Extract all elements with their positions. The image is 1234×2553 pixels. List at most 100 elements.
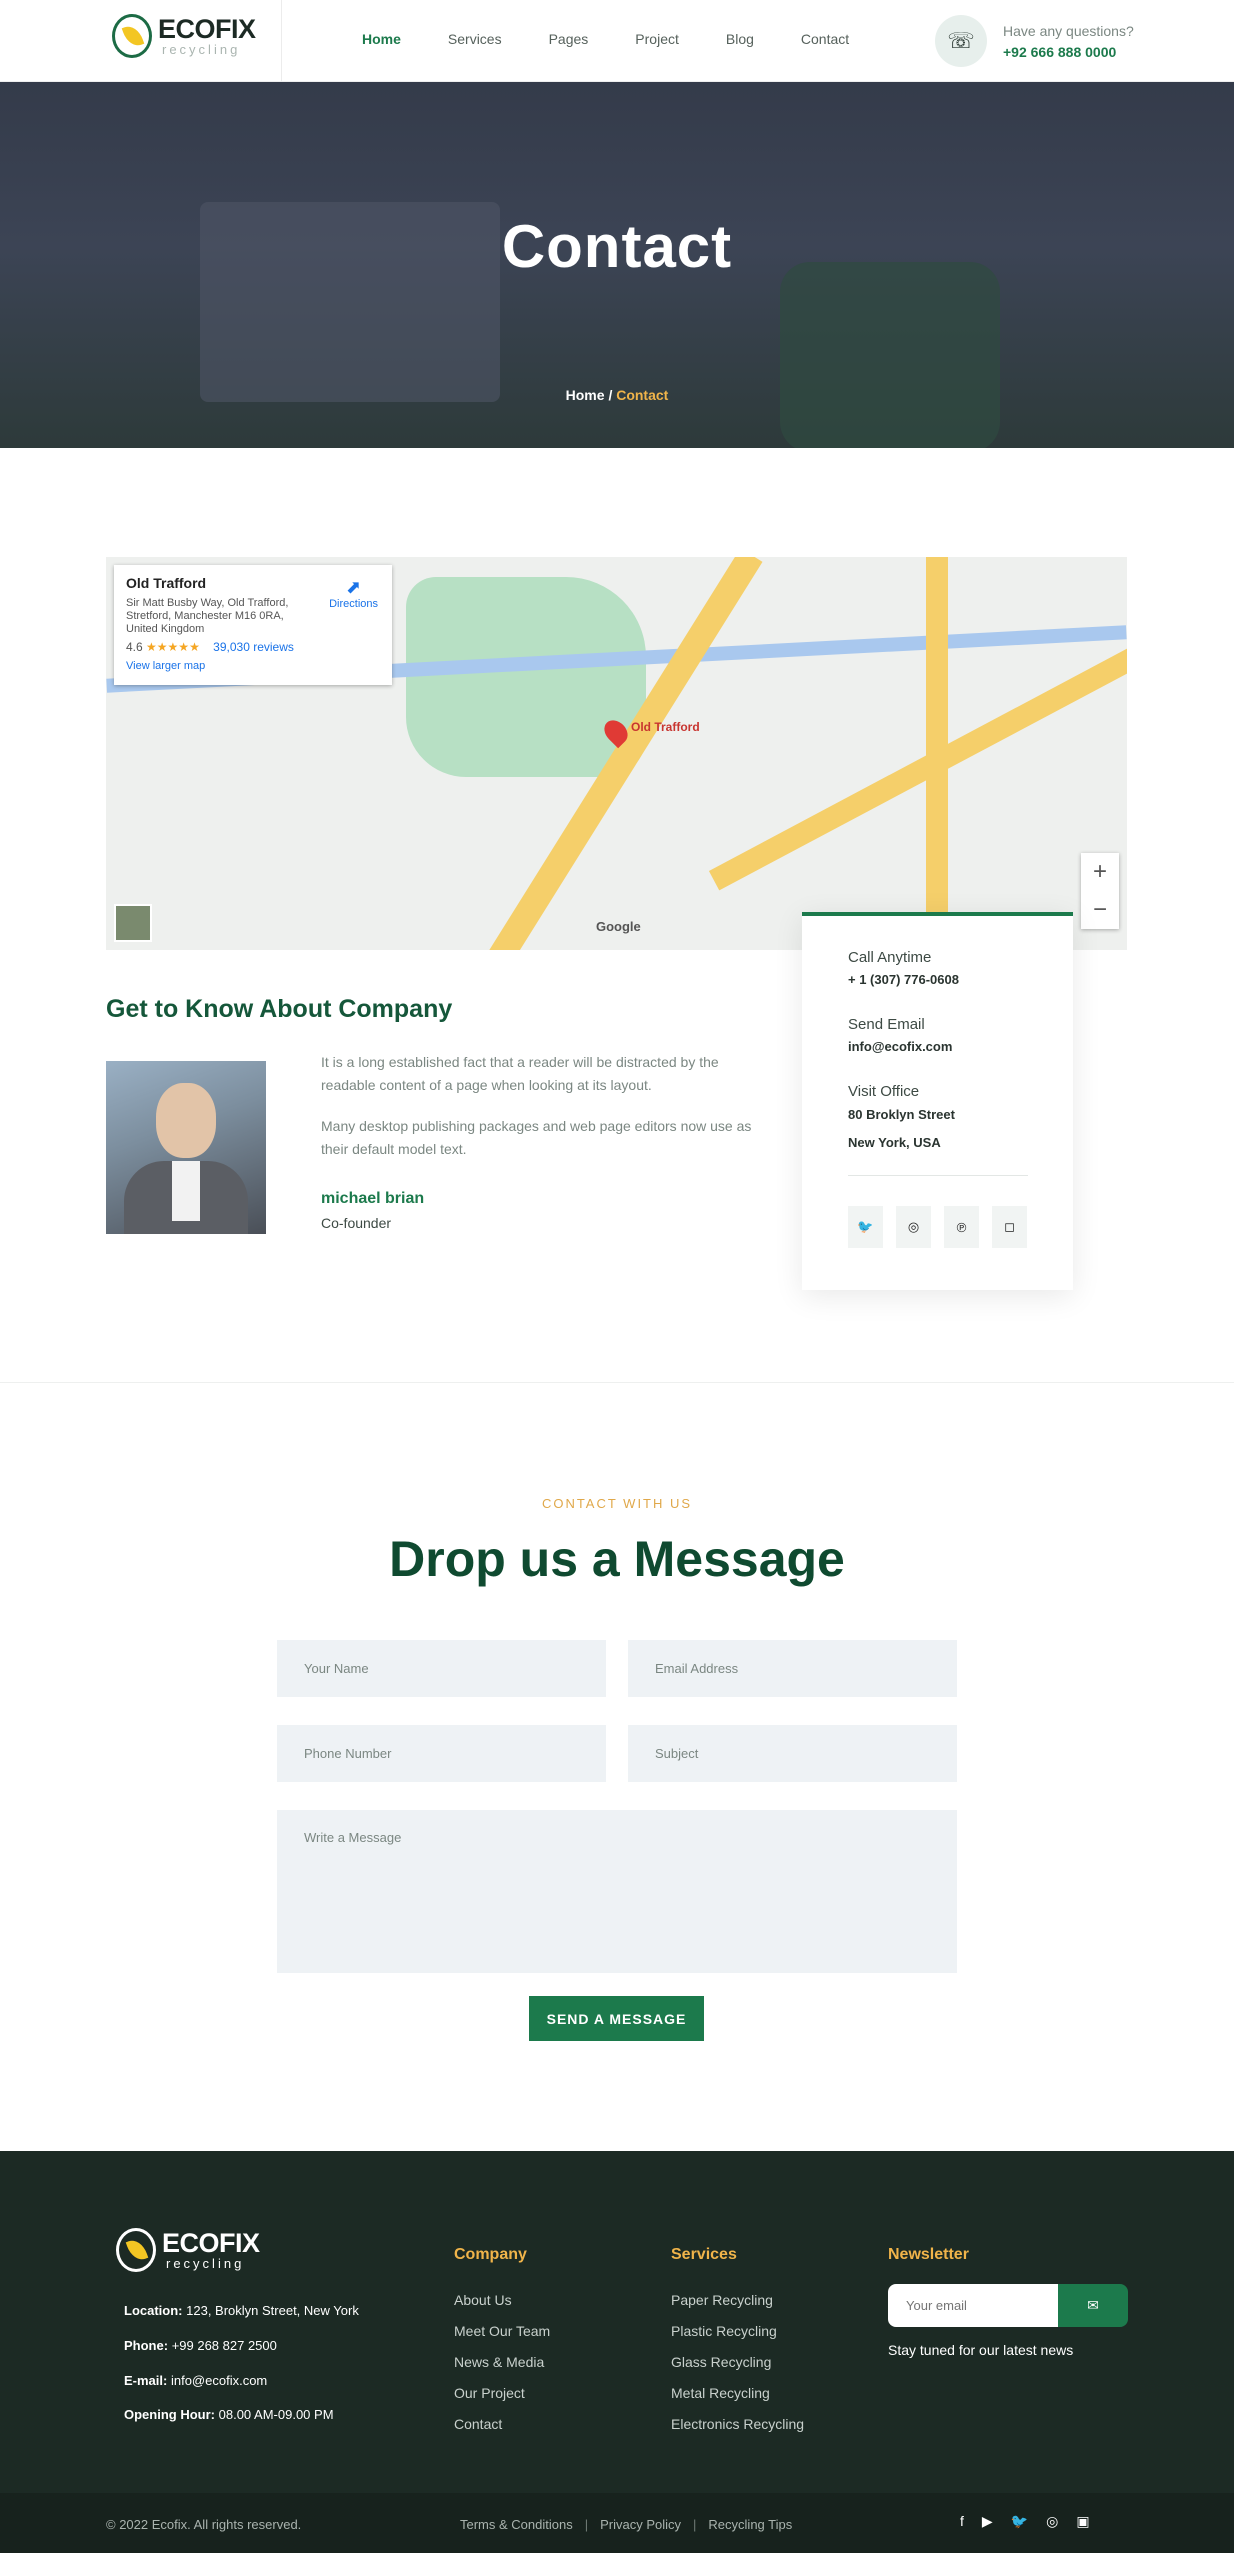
office-label: Visit Office — [848, 1083, 920, 1100]
footer-services-heading: Services — [671, 2246, 737, 2263]
newsletter-submit-button[interactable]: ✉ — [1058, 2284, 1128, 2327]
footer-link[interactable]: Contact — [454, 2416, 550, 2447]
facebook-icon[interactable]: f — [960, 2513, 964, 2530]
page-title: Contact — [501, 213, 733, 280]
page-hero: Contact Home / Contact — [0, 82, 1234, 448]
twitter-icon[interactable]: 🐦 — [848, 1206, 883, 1248]
footer-link[interactable]: Metal Recycling — [671, 2385, 804, 2416]
footer-link[interactable]: Meet Our Team — [454, 2323, 550, 2354]
page: ECOFIX recycling Home Services Pages Pro… — [0, 0, 1234, 2553]
footer-services-links: Paper Recycling Plastic Recycling Glass … — [671, 2292, 804, 2447]
footer-logo[interactable]: ECOFIX recycling — [116, 2228, 260, 2272]
site-header: ECOFIX recycling Home Services Pages Pro… — [0, 0, 1234, 82]
footer-link[interactable]: Electronics Recycling — [671, 2416, 804, 2447]
contact-info-card: Call Anytime + 1 (307) 776-0608 Send Ema… — [802, 912, 1073, 1290]
name-input[interactable] — [277, 1640, 606, 1697]
legal-links: Terms & Conditions | Privacy Policy | Re… — [460, 2517, 792, 2532]
footer-hours: Opening Hour: 08.00 AM-09.00 PM — [124, 2407, 334, 2422]
section-divider — [0, 1382, 1234, 1383]
footer-location: Location: 123, Broklyn Street, New York — [124, 2303, 359, 2318]
envelope-icon: ✉ — [1087, 2297, 1099, 2313]
footer-link[interactable]: Paper Recycling — [671, 2292, 804, 2323]
map-park-area — [406, 577, 646, 777]
pinterest-icon[interactable]: ℗ — [944, 1206, 979, 1248]
footer-email: E-mail: info@ecofix.com — [124, 2373, 268, 2388]
directions-button[interactable]: ⬈ Directions — [329, 577, 378, 610]
recycling-tips-link[interactable]: Recycling Tips — [708, 2517, 792, 2532]
office-line1: 80 Broklyn Street — [848, 1107, 955, 1122]
map-road — [708, 645, 1127, 891]
footer-logo-tagline: recycling — [166, 2256, 245, 2271]
zoom-out-button[interactable]: − — [1081, 891, 1119, 929]
footer-link[interactable]: News & Media — [454, 2354, 550, 2385]
map-satellite-toggle[interactable] — [114, 904, 152, 942]
header-question: Have any questions? — [1003, 22, 1134, 39]
instagram-icon[interactable]: ◎ — [1046, 2513, 1058, 2530]
view-larger-map-link[interactable]: View larger map — [126, 660, 380, 672]
zoom-in-button[interactable]: + — [1081, 853, 1119, 891]
phone-icon: ☏ — [935, 15, 987, 67]
google-logo: Google — [596, 919, 641, 934]
footer-logo-name: ECOFIX — [162, 2228, 260, 2258]
call-value[interactable]: + 1 (307) 776-0608 — [848, 972, 959, 987]
send-message-button[interactable]: SEND A MESSAGE — [529, 1996, 704, 2041]
email-input[interactable] — [628, 1640, 957, 1697]
nav-blog[interactable]: Blog — [726, 31, 754, 47]
footer-link[interactable]: Our Project — [454, 2385, 550, 2416]
privacy-link[interactable]: Privacy Policy — [600, 2517, 681, 2532]
founder-role: Co-founder — [321, 1215, 392, 1231]
breadcrumb-current: Contact — [616, 387, 669, 403]
nav-project[interactable]: Project — [635, 31, 679, 47]
site-footer: ECOFIX recycling Location: 123, Broklyn … — [0, 2151, 1234, 2493]
call-label: Call Anytime — [848, 949, 932, 966]
breadcrumb-separator: / — [608, 387, 613, 403]
map-reviews-link[interactable]: 39,030 reviews — [213, 640, 294, 654]
message-textarea[interactable] — [277, 1810, 957, 1973]
logo-name: ECOFIX — [158, 14, 256, 44]
directions-label: Directions — [329, 598, 378, 610]
footer-link[interactable]: Plastic Recycling — [671, 2323, 804, 2354]
map-zoom-control: + − — [1081, 853, 1119, 929]
map-rating-value: 4.6 — [126, 640, 143, 654]
footer-bottom-bar: © 2022 Ecofix. All rights reserved. Term… — [0, 2493, 1234, 2553]
terms-link[interactable]: Terms & Conditions — [460, 2517, 573, 2532]
social-links: 🐦 ◎ ℗ ◻ — [848, 1206, 1027, 1248]
nav-home[interactable]: Home — [362, 31, 401, 47]
email-value[interactable]: info@ecofix.com — [848, 1039, 952, 1054]
email-label: Send Email — [848, 1016, 925, 1033]
google-map[interactable]: Old Trafford Old Trafford Sir Matt Busby… — [106, 557, 1127, 950]
bottom-social-links: f ▶ 🐦 ◎ ▣ — [960, 2513, 1090, 2530]
main-nav: Home Services Pages Project Blog Contact — [362, 31, 896, 47]
breadcrumb: Home / Contact — [0, 387, 1234, 403]
directions-icon: ⬈ — [346, 577, 362, 597]
linkedin-icon[interactable]: ▣ — [1076, 2513, 1089, 2530]
footer-link[interactable]: About Us — [454, 2292, 550, 2323]
legal-separator: | — [693, 2517, 697, 2532]
phone-input[interactable] — [277, 1725, 606, 1782]
star-icon: ★★★★★ — [146, 640, 200, 654]
footer-link[interactable]: Glass Recycling — [671, 2354, 804, 2385]
leaf-logo-icon — [116, 2228, 156, 2272]
nav-contact[interactable]: Contact — [801, 31, 849, 47]
legal-separator: | — [584, 2517, 589, 2532]
about-heading: Get to Know About Company — [106, 995, 453, 1023]
card-divider — [848, 1175, 1028, 1176]
header-contact: ☏ Have any questions? +92 666 888 0000 — [935, 15, 1134, 67]
footer-phone: Phone: +99 268 827 2500 — [124, 2338, 277, 2353]
newsletter-email-input[interactable] — [888, 2284, 1058, 2327]
subject-input[interactable] — [628, 1725, 957, 1782]
nav-services[interactable]: Services — [448, 31, 502, 47]
youtube-icon[interactable]: ▶ — [982, 2513, 993, 2530]
twitter-icon[interactable]: 🐦 — [1011, 2513, 1028, 2530]
breadcrumb-home[interactable]: Home — [566, 387, 605, 403]
nav-pages[interactable]: Pages — [549, 31, 589, 47]
dribbble-icon[interactable]: ◎ — [896, 1206, 931, 1248]
header-phone[interactable]: +92 666 888 0000 — [1003, 44, 1134, 60]
instagram-icon[interactable]: ◻ — [992, 1206, 1027, 1248]
form-eyebrow: CONTACT WITH US — [541, 1496, 693, 1511]
logo[interactable]: ECOFIX recycling — [112, 14, 256, 58]
map-place-address: Sir Matt Busby Way, Old Trafford, Stretf… — [126, 597, 289, 635]
office-line2: New York, USA — [848, 1135, 941, 1150]
form-heading: Drop us a Message — [389, 1531, 845, 1587]
copyright: © 2022 Ecofix. All rights reserved. — [106, 2517, 302, 2532]
